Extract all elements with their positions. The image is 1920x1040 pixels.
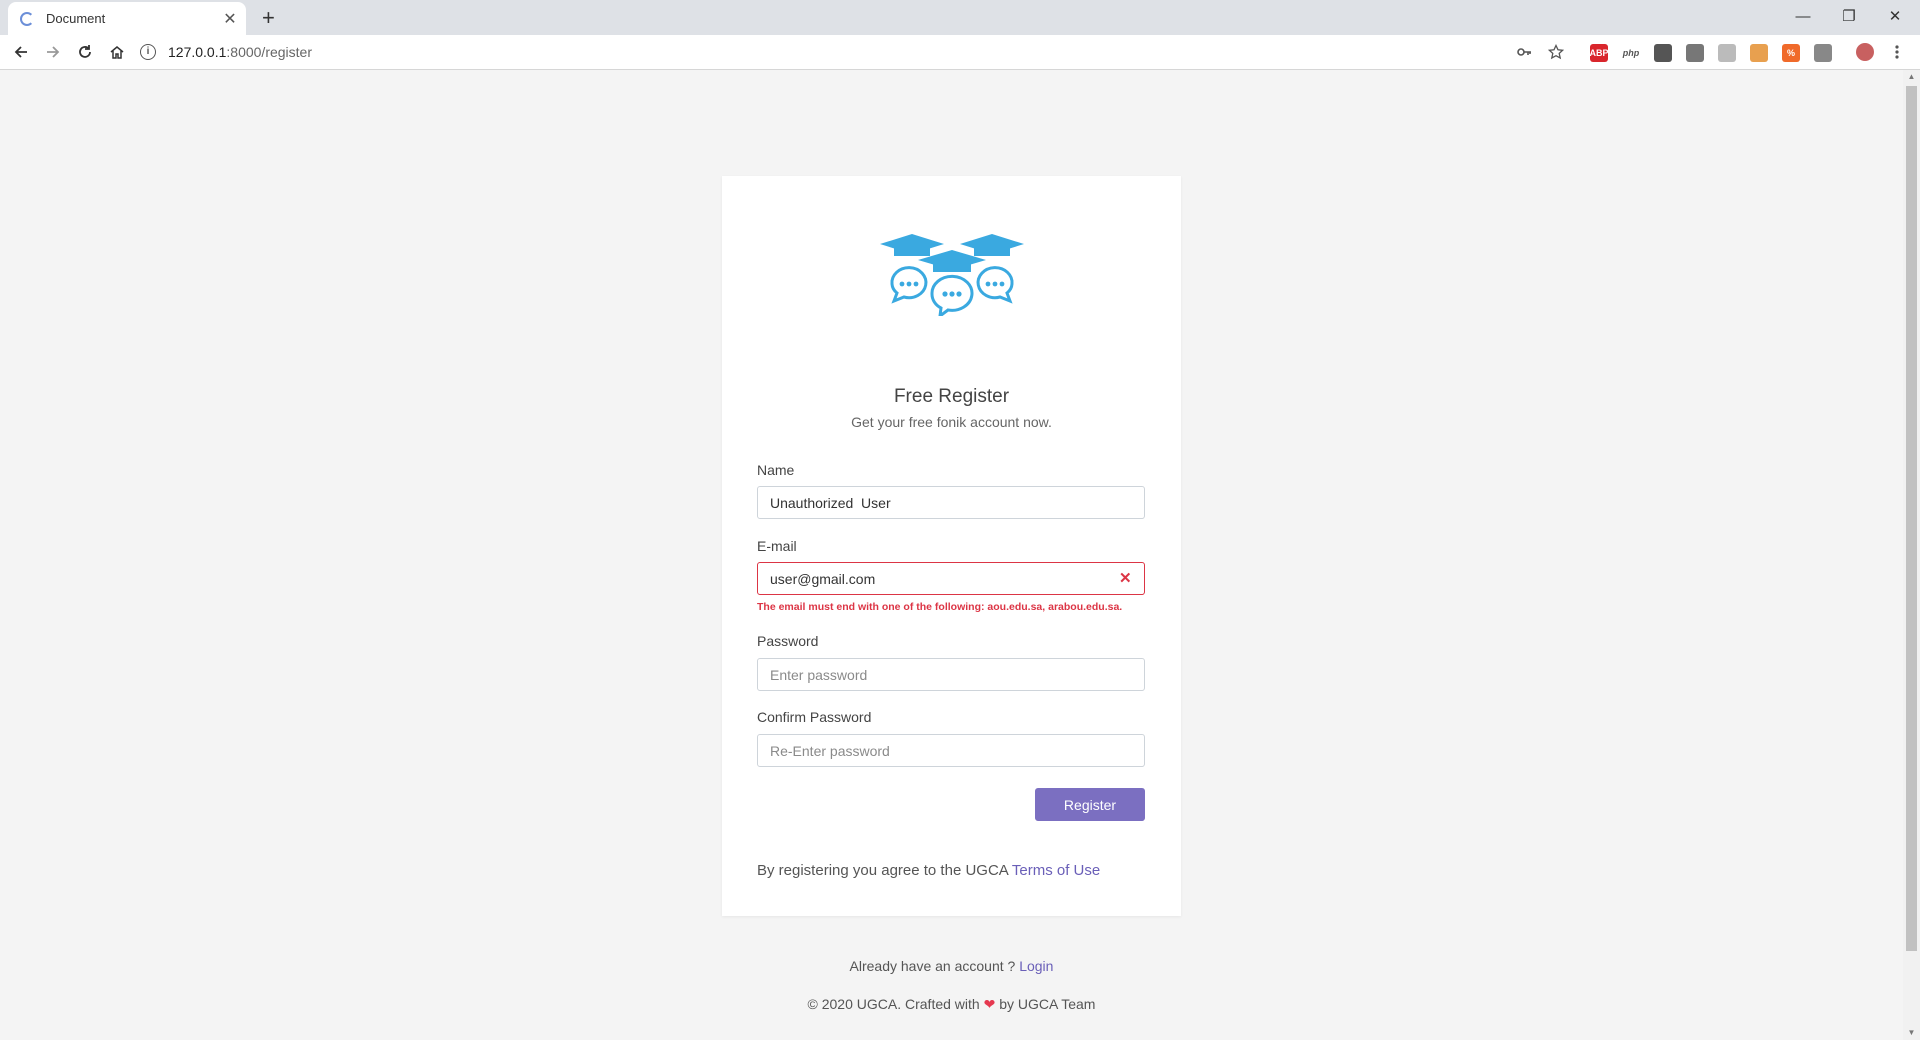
new-tab-icon[interactable]: +	[262, 5, 275, 31]
password-field[interactable]	[757, 658, 1145, 691]
scrollbar-thumb[interactable]	[1906, 86, 1917, 951]
tab-close-icon[interactable]: ✕	[220, 9, 240, 29]
register-button[interactable]: Register	[1035, 788, 1145, 821]
page-scrollbar[interactable]: ▲ ▼	[1903, 70, 1920, 1040]
heart-icon: ❤	[983, 996, 996, 1012]
tab-title: Document	[46, 11, 106, 26]
email-label: E-mail	[757, 538, 797, 554]
extension-leaf-icon[interactable]	[1654, 44, 1672, 62]
php-icon[interactable]: php	[1622, 44, 1640, 62]
name-field[interactable]	[757, 486, 1145, 519]
error-x-icon: ✕	[1119, 570, 1132, 587]
email-error-message: The email must end with one of the follo…	[757, 601, 1123, 613]
close-window-icon[interactable]: ✕	[1872, 0, 1918, 32]
name-label: Name	[757, 462, 795, 478]
forward-icon[interactable]	[41, 40, 65, 64]
browser-toolbar: i 127.0.0.1:8000/register ABP php%	[0, 35, 1920, 70]
adblock-plus-icon[interactable]: ABP	[1590, 44, 1609, 62]
confirm-password-label: Confirm Password	[757, 709, 872, 725]
register-card: Free Register Get your free fonik accoun…	[722, 176, 1181, 916]
profile-avatar[interactable]	[1853, 40, 1877, 64]
password-key-icon[interactable]	[1512, 40, 1536, 64]
address-bar[interactable]: i 127.0.0.1:8000/register	[140, 39, 1540, 65]
back-icon[interactable]	[9, 40, 33, 64]
tab-strip: Document ✕ + — ❐ ✕	[0, 0, 1920, 35]
terms-of-use-link[interactable]: Terms of Use	[1012, 862, 1100, 879]
percent-icon[interactable]: %	[1782, 44, 1800, 62]
login-prompt: Already have an account ? Login	[849, 958, 1054, 974]
extension-small-icon[interactable]	[1814, 44, 1832, 62]
camera-icon[interactable]	[1686, 44, 1704, 62]
browser-tab[interactable]: Document ✕	[8, 2, 246, 35]
graduation-chat-logo-icon	[880, 234, 1024, 316]
confirm-password-field[interactable]	[757, 734, 1145, 767]
extension-gray-icon[interactable]	[1718, 44, 1736, 62]
restore-icon[interactable]: ❐	[1826, 0, 1872, 32]
scroll-up-arrow-icon[interactable]: ▲	[1903, 70, 1920, 84]
page-subtitle: Get your free fonik account now.	[851, 414, 1052, 430]
scroll-down-arrow-icon[interactable]: ▼	[1903, 1026, 1920, 1040]
email-field[interactable]	[757, 562, 1145, 595]
home-icon[interactable]	[105, 40, 129, 64]
page-viewport: Free Register Get your free fonik accoun…	[0, 70, 1903, 1040]
calendar-icon[interactable]	[1750, 44, 1768, 62]
terms-text: By registering you agree to the UGCA Ter…	[757, 862, 1101, 879]
url-text: 127.0.0.1:8000/register	[168, 44, 312, 60]
tab-favicon-icon	[20, 11, 34, 26]
copyright-footer: © 2020 UGCA. Crafted with ❤ by UGCA Team	[807, 996, 1096, 1012]
minimize-icon[interactable]: —	[1780, 0, 1826, 32]
password-label: Password	[757, 633, 819, 649]
reload-icon[interactable]	[73, 40, 97, 64]
login-link[interactable]: Login	[1019, 958, 1053, 974]
menu-kebab-icon[interactable]	[1885, 40, 1909, 64]
bookmark-star-icon[interactable]	[1544, 40, 1568, 64]
page-title: Free Register	[893, 386, 1010, 407]
site-info-icon[interactable]: i	[140, 44, 156, 60]
